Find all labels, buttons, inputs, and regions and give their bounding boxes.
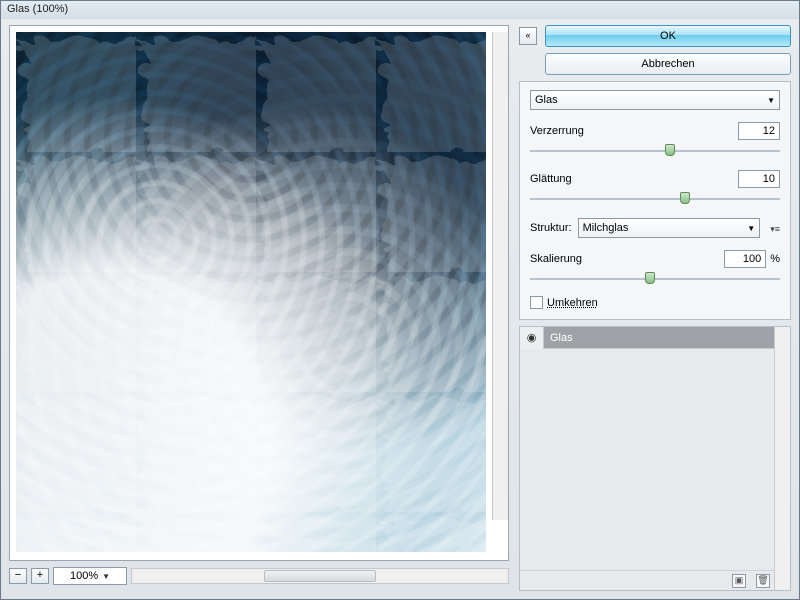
layers-vertical-scrollbar[interactable] <box>774 327 790 590</box>
chevron-down-icon: ▼ <box>102 572 110 581</box>
filter-type-select[interactable]: Glas ▼ <box>530 90 780 110</box>
smoothing-slider[interactable] <box>530 192 780 206</box>
distortion-input[interactable] <box>738 122 780 140</box>
preview-image[interactable] <box>16 32 486 552</box>
checkbox-box <box>530 296 543 309</box>
zoom-level-select[interactable]: 100% ▼ <box>53 567 127 585</box>
effect-layer-name: Glas <box>544 332 573 344</box>
eye-icon: ◉ <box>527 331 537 344</box>
zoom-value: 100% <box>70 570 98 582</box>
delete-effect-layer-button[interactable]: 🗑 <box>756 574 770 588</box>
scaling-input[interactable] <box>724 250 766 268</box>
preview-vertical-scrollbar[interactable] <box>492 32 508 520</box>
distortion-slider[interactable] <box>530 144 780 158</box>
double-chevron-icon: « <box>525 30 530 40</box>
new-effect-layer-button[interactable]: ▣ <box>732 574 746 588</box>
dialog-content: − + 100% ▼ « OK Abbrechen <box>1 19 799 599</box>
slider-track <box>530 278 780 280</box>
toggle-filter-list-button[interactable]: « <box>519 27 537 45</box>
texture-row: Struktur: Milchglas ▼ ▾≡ <box>530 218 780 238</box>
scrollbar-thumb[interactable] <box>264 570 377 582</box>
scaling-label: Skalierung <box>530 253 582 265</box>
window-title: Glas (100%) <box>1 1 799 19</box>
effect-layers-panel: ◉ Glas ▣ 🗑 <box>519 326 791 591</box>
smoothing-input[interactable] <box>738 170 780 188</box>
controls-column: « OK Abbrechen Glas ▼ Verzerrung <box>519 25 791 591</box>
cancel-button[interactable]: Abbrechen <box>545 53 791 75</box>
slider-thumb[interactable] <box>645 272 655 284</box>
smoothing-label: Glättung <box>530 173 572 185</box>
slider-track <box>530 150 780 152</box>
invert-label: Umkehren <box>547 297 598 309</box>
preview-horizontal-scrollbar[interactable] <box>131 568 509 584</box>
scaling-unit: % <box>770 253 780 265</box>
preview-footer: − + 100% ▼ <box>9 567 509 585</box>
effect-layers-list: ◉ Glas <box>520 327 790 570</box>
slider-thumb[interactable] <box>680 192 690 204</box>
visibility-toggle[interactable]: ◉ <box>520 327 544 349</box>
invert-checkbox[interactable]: Umkehren <box>530 296 780 309</box>
layers-footer: ▣ 🗑 <box>520 570 790 590</box>
distortion-param: Verzerrung <box>530 122 780 158</box>
slider-thumb[interactable] <box>665 144 675 156</box>
effect-layer-row[interactable]: ◉ Glas <box>520 327 774 349</box>
texture-value: Milchglas <box>583 222 629 234</box>
preview-column: − + 100% ▼ <box>9 25 509 591</box>
texture-label: Struktur: <box>530 222 572 234</box>
ok-button[interactable]: OK <box>545 25 791 47</box>
slider-track <box>530 198 780 200</box>
filter-gallery-dialog: Glas (100%) − + 100% ▼ « <box>0 0 800 600</box>
scaling-slider[interactable] <box>530 272 780 286</box>
zoom-in-button[interactable]: + <box>31 568 49 584</box>
distortion-label: Verzerrung <box>530 125 584 137</box>
preview-frame <box>9 25 509 561</box>
chevron-down-icon: ▼ <box>767 96 775 105</box>
texture-select[interactable]: Milchglas ▼ <box>578 218 761 238</box>
filter-type-value: Glas <box>535 94 558 106</box>
filter-settings-panel: Glas ▼ Verzerrung Glättung <box>519 81 791 320</box>
texture-options-icon[interactable]: ▾≡ <box>766 221 780 235</box>
zoom-out-button[interactable]: − <box>9 568 27 584</box>
chevron-down-icon: ▼ <box>747 224 755 233</box>
scaling-param: Skalierung % <box>530 250 780 286</box>
smoothing-param: Glättung <box>530 170 780 206</box>
